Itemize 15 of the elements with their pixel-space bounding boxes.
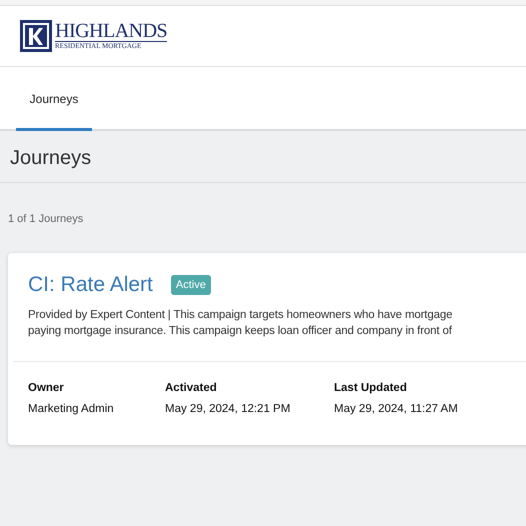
description-line: paying mortgage insurance. This campaign keeps loan officer and company in front of (28, 324, 453, 339)
status-badge: Active (170, 275, 211, 295)
description-line: Provided by Expert Content | This campaign targets homeowners who have mortgage (28, 308, 454, 323)
field-label: Owner (28, 382, 65, 394)
result-count: 1 of 1 Journeys (7, 212, 84, 227)
field-value: May 29, 2024, 11:27 AM (334, 403, 459, 415)
field-label: Activated (165, 382, 218, 394)
field-value: May 29, 2024, 12:21 PM (165, 403, 292, 415)
logo-name: HIGHLANDS (55, 21, 168, 42)
journey-title[interactable]: CI: Rate Alert (28, 273, 153, 297)
field-label: Last Updated (334, 382, 408, 394)
page-title: Journeys (0, 131, 526, 183)
logo-icon (20, 20, 52, 52)
field-value: Marketing Admin (28, 403, 115, 415)
tab[interactable]: Journeys (16, 69, 92, 131)
